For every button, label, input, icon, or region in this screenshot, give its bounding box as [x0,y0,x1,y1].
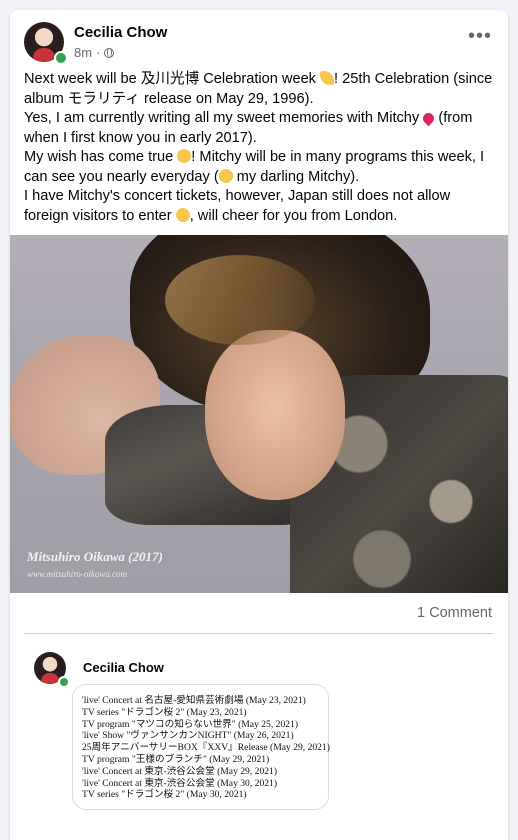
post-paragraph-3: My wish has come true ! Mitchy will be i… [24,149,485,185]
schedule-line: 'live' Show "ヴァンサンカンNIGHT" (May 26, 2021… [82,730,294,742]
schedule-line: TV series "ドラゴン桜 2" (May 30, 2021) [82,789,247,801]
post-paragraph-4: I have Mitchy's concert tickets, however… [24,188,451,224]
kissing-face-icon [218,168,233,183]
crying-face-icon [175,207,190,222]
comment-count-link[interactable]: 1 Comment [417,605,492,621]
commenter-online-dot [58,676,70,688]
post-paragraph-2: Yes, I am currently writing all my sweet… [24,110,473,146]
party-popper-icon [320,71,335,85]
post-card: Cecilia Chow 8m · ••• Next week will be … [10,10,508,840]
schedule-line: 'live' Concert at 東京-渋谷公会堂 (May 30, 2021… [82,777,278,789]
commenter-name[interactable]: Cecilia Chow [83,660,164,675]
schedule-line: TV program "マツコの知らない世界" (May 25, 2021) [82,718,299,730]
post-photo[interactable]: Mitsuhiro Oikawa (2017) www.mitsuhiro-oi… [10,235,508,593]
schedule-line: 'live' Concert at 名古屋-愛知県芸術劇場 (May 23, 2… [82,695,306,706]
photo-caption: Mitsuhiro Oikawa (2017) [27,549,163,564]
post-header: Cecilia Chow 8m · ••• [24,22,494,66]
meta-separator: · [96,45,101,60]
comment-schedule-image[interactable]: 'live' Concert at 名古屋-愛知県芸術劇場 (May 23, 2… [72,684,330,810]
schedule-line: TV series "ドラゴン桜 2" (May 23, 2021) [82,706,247,718]
post-paragraph-1: Next week will be 及川光博 Celebration week … [24,71,493,107]
schedule-line: 25周年アニバーサリーBOX『XXV』Release (May 29, 2021… [82,742,330,754]
post-body: Next week will be 及川光博 Celebration week … [24,70,494,226]
post-meta: 8m · [74,45,115,60]
divider [24,633,494,634]
schedule-line: 'live' Concert at 東京-渋谷公会堂 (May 29, 2021… [82,765,278,777]
author-name[interactable]: Cecilia Chow [74,24,167,41]
smiling-face-icon [177,149,192,163]
globe-icon [104,47,115,58]
post-timestamp[interactable]: 8m [74,45,92,60]
more-options-icon[interactable]: ••• [466,26,494,50]
online-status-dot [54,51,68,65]
schedule-line: TV program "王様のブランチ" (May 29, 2021) [82,753,270,765]
photo-watermark: www.mitsuhiro-oikawa.com [27,569,128,579]
